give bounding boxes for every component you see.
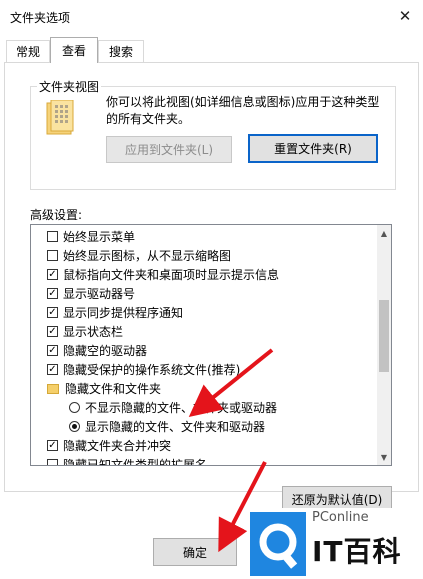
- annotation-arrows: [188, 348, 274, 553]
- tab-view[interactable]: 查看: [50, 37, 98, 63]
- watermark-brand: PConline: [312, 510, 369, 525]
- watermark-big-text: IT百科: [312, 535, 402, 568]
- pconline-logo-icon: [250, 512, 306, 576]
- arrow-to-show-hidden: [188, 348, 274, 418]
